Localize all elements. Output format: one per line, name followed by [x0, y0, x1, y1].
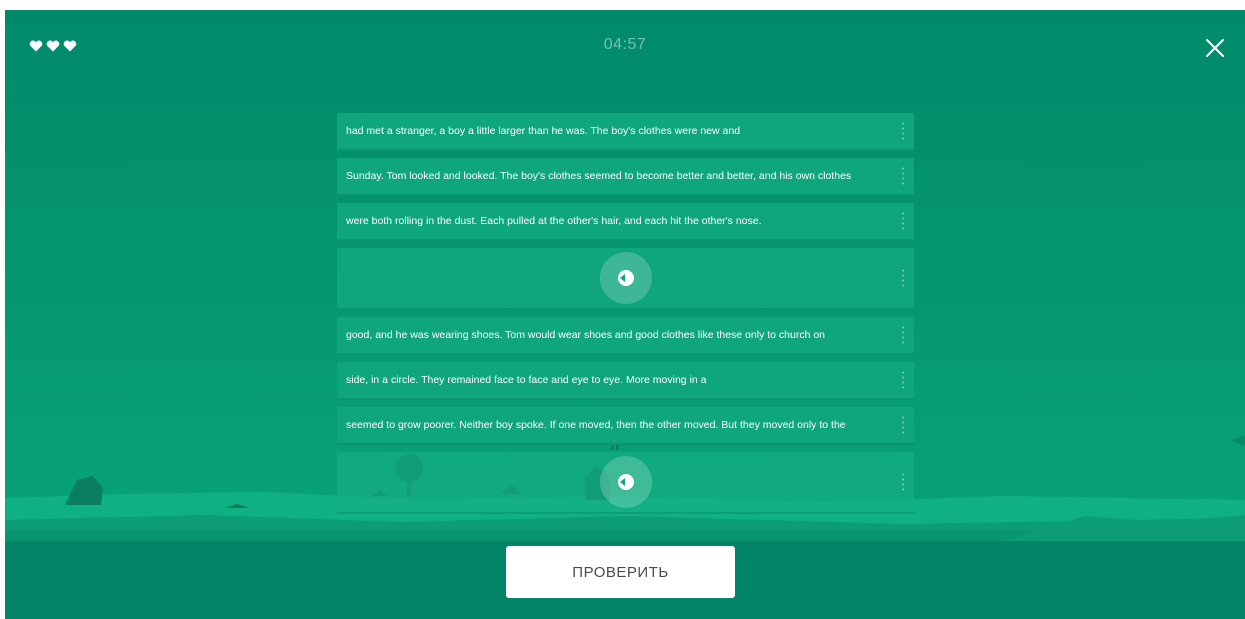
speaker-icon [617, 474, 634, 490]
drag-handle-icon[interactable] [902, 371, 904, 389]
play-audio-button[interactable] [599, 252, 652, 304]
game-stage: 04:57 had met a stranger, a boy a little… [5, 10, 1245, 619]
drag-handle-icon[interactable] [902, 326, 904, 344]
sentence-card[interactable]: had met a stranger, a boy a little large… [337, 113, 914, 151]
drag-handle-icon[interactable] [902, 212, 904, 230]
drag-handle-icon[interactable] [902, 269, 904, 287]
check-button[interactable]: ПРОВЕРИТЬ [506, 546, 735, 598]
sentence-card[interactable]: Sunday. Tom looked and looked. The boy's… [337, 158, 914, 196]
sentence-card[interactable]: good, and he was wearing shoes. Tom woul… [337, 317, 914, 355]
drag-handle-icon[interactable] [902, 416, 904, 434]
sentence-list: had met a stranger, a boy a little large… [337, 113, 914, 521]
sentence-text: good, and he was wearing shoes. Tom woul… [346, 329, 826, 341]
speaker-icon [617, 270, 634, 286]
audio-card[interactable] [337, 248, 914, 310]
drag-handle-icon[interactable] [902, 167, 904, 185]
sentence-text: Sunday. Tom looked and looked. The boy's… [346, 170, 852, 182]
sentence-card[interactable]: side, in a circle. They remained face to… [337, 362, 914, 400]
audio-card[interactable] [337, 452, 914, 514]
timer: 04:57 [603, 36, 647, 53]
sentence-card[interactable]: seemed to grow poorer. Neither boy spoke… [337, 407, 914, 445]
sentence-text: seemed to grow poorer. Neither boy spoke… [346, 419, 846, 431]
sentence-text: had met a stranger, a boy a little large… [346, 125, 741, 137]
sentence-text: side, in a circle. They remained face to… [346, 374, 707, 386]
sentence-text: were both rolling in the dust. Each pull… [346, 215, 762, 227]
drag-handle-icon[interactable] [902, 473, 904, 491]
drag-handle-icon[interactable] [902, 122, 904, 140]
sentence-card[interactable]: were both rolling in the dust. Each pull… [337, 203, 914, 241]
close-icon[interactable] [1203, 36, 1227, 60]
play-audio-button[interactable] [599, 456, 652, 508]
